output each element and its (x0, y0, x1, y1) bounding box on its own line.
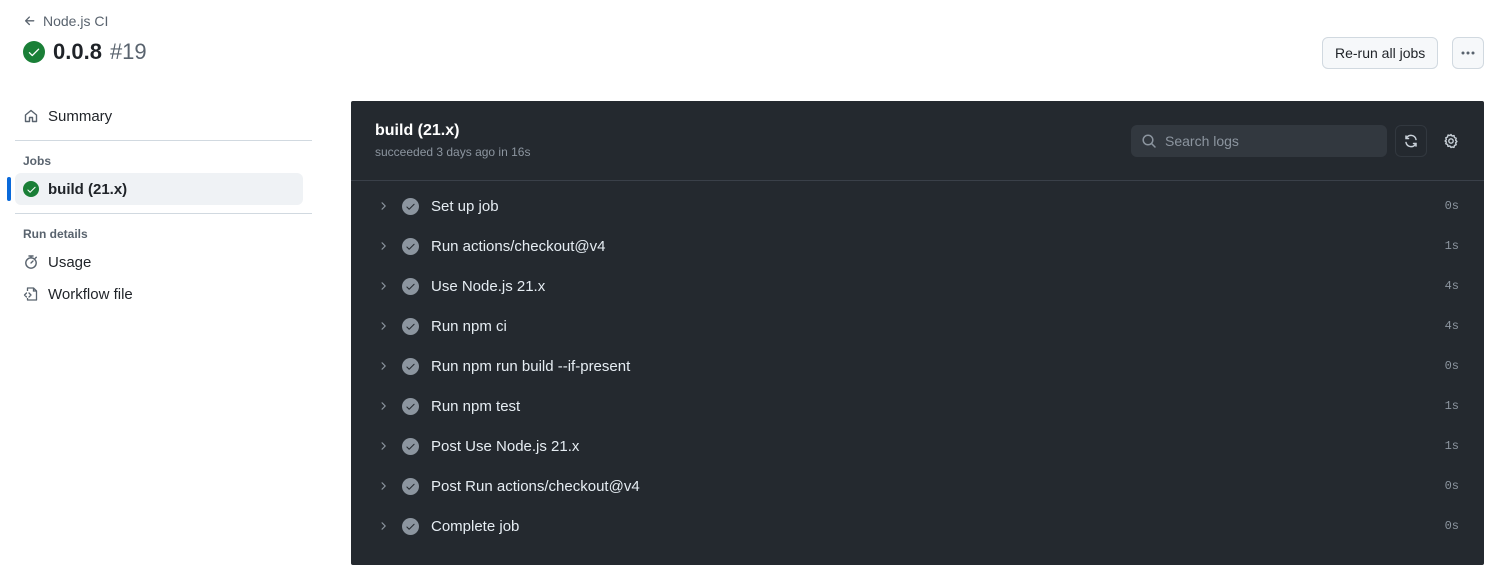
job-log-panel: build (21.x) succeeded 3 days ago in 16s… (351, 101, 1484, 565)
sidebar-item-label: build (21.x) (48, 180, 128, 198)
home-icon (24, 109, 38, 123)
sidebar-item-label: Summary (48, 107, 113, 125)
file-code-icon (23, 287, 38, 301)
step-row[interactable]: Post Use Node.js 21.x 1s (351, 426, 1484, 466)
chevron-right-icon (381, 442, 386, 450)
arrow-left-icon (24, 16, 35, 26)
sidebar-item-summary[interactable]: Summary (15, 100, 312, 132)
workflow-name: Node.js CI (43, 13, 109, 29)
rerun-all-jobs-button[interactable]: Re-run all jobs (1322, 37, 1439, 69)
step-row[interactable]: Complete job 0s (351, 506, 1484, 546)
divider (15, 213, 312, 214)
step-name: Complete job (431, 517, 520, 535)
step-duration: 0s (1444, 479, 1459, 493)
step-success-icon (402, 317, 419, 335)
refresh-button[interactable] (1395, 125, 1427, 157)
step-success-icon (402, 397, 419, 415)
step-duration: 4s (1444, 279, 1459, 293)
step-duration: 0s (1444, 199, 1459, 213)
run-number: #19 (109, 39, 147, 64)
run-title-row: 0.0.8 #19 (23, 39, 147, 65)
sidebar: Summary Jobs build (21.x) Run details Us… (7, 100, 312, 310)
step-duration: 1s (1444, 239, 1459, 253)
chevron-right-icon (381, 202, 386, 210)
step-name: Run npm ci (431, 317, 507, 335)
chevron-right-icon (381, 242, 386, 250)
step-row[interactable]: Set up job 0s (351, 186, 1484, 226)
job-log-header: build (21.x) succeeded 3 days ago in 16s (351, 101, 1484, 181)
step-row[interactable]: Run npm ci 4s (351, 306, 1484, 346)
sync-icon (1405, 134, 1417, 148)
chevron-right-icon (381, 322, 386, 330)
kebab-horizontal-icon (1461, 51, 1475, 55)
step-name: Post Run actions/checkout@v4 (431, 477, 640, 495)
step-duration: 0s (1444, 519, 1459, 533)
step-row[interactable]: Run npm run build --if-present 0s (351, 346, 1484, 386)
sidebar-item-job-build[interactable]: build (21.x) (7, 173, 303, 205)
step-duration: 1s (1444, 399, 1459, 413)
step-duration: 0s (1444, 359, 1459, 373)
success-status-icon (23, 181, 39, 197)
gear-icon (1444, 133, 1458, 149)
step-success-icon (402, 237, 419, 255)
step-success-icon (402, 437, 419, 455)
sidebar-item-usage[interactable]: Usage (15, 246, 312, 278)
success-status-icon (23, 41, 45, 63)
chevron-right-icon (381, 522, 386, 530)
step-success-icon (402, 477, 419, 495)
sidebar-item-label: Usage (48, 253, 92, 271)
step-name: Post Use Node.js 21.x (431, 437, 580, 455)
step-duration: 1s (1444, 439, 1459, 453)
job-name: build (21.x) (375, 122, 460, 139)
more-options-button[interactable] (1452, 37, 1484, 69)
step-name: Run npm test (431, 397, 521, 415)
step-name: Set up job (431, 197, 499, 215)
chevron-right-icon (381, 362, 386, 370)
step-row[interactable]: Use Node.js 21.x 4s (351, 266, 1484, 306)
stopwatch-icon (25, 255, 37, 269)
step-success-icon (402, 197, 419, 215)
job-status-text: succeeded 3 days ago in 16s (375, 145, 531, 159)
search-icon (1142, 134, 1156, 148)
step-row[interactable]: Run actions/checkout@v4 1s (351, 226, 1484, 266)
search-logs-field[interactable] (1131, 125, 1387, 157)
settings-button[interactable] (1435, 125, 1467, 157)
jobs-heading: Jobs (23, 154, 52, 168)
divider (15, 140, 312, 141)
step-success-icon (402, 277, 419, 295)
back-link[interactable]: Node.js CI (23, 13, 108, 29)
step-duration: 4s (1444, 319, 1459, 333)
chevron-right-icon (381, 402, 386, 410)
step-name: Run npm run build --if-present (431, 357, 631, 375)
step-success-icon (402, 357, 419, 375)
step-row[interactable]: Post Run actions/checkout@v4 0s (351, 466, 1484, 506)
step-row[interactable]: Run npm test 1s (351, 386, 1484, 426)
run-title: 0.0.8 (53, 39, 102, 64)
sidebar-item-workflow-file[interactable]: Workflow file (15, 278, 312, 310)
step-success-icon (402, 517, 419, 535)
step-name: Run actions/checkout@v4 (431, 237, 606, 255)
step-name: Use Node.js 21.x (431, 277, 546, 295)
search-logs-input[interactable] (1165, 133, 1375, 149)
steps-list: Set up job 0s Run actions/checkout@v4 1s… (351, 181, 1484, 546)
chevron-right-icon (381, 482, 386, 490)
chevron-right-icon (381, 282, 386, 290)
sidebar-item-label: Workflow file (48, 285, 133, 303)
run-details-heading: Run details (23, 227, 88, 241)
